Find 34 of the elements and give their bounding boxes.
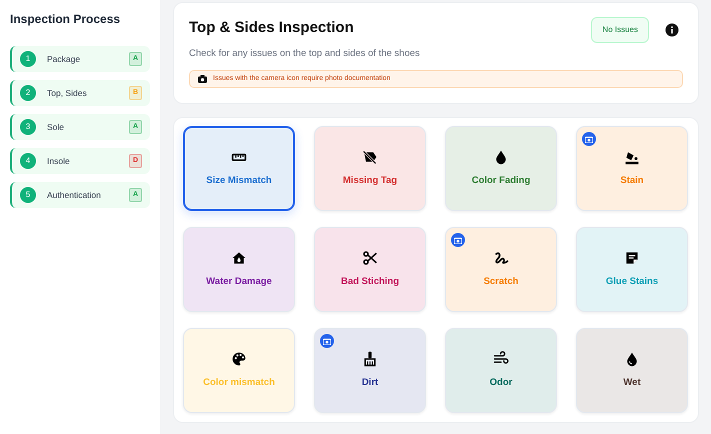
step-label: Package	[47, 52, 82, 66]
step-label: Sole	[47, 120, 66, 134]
drop-icon	[493, 149, 509, 166]
house-icon	[231, 250, 247, 266]
step-number: 3	[20, 119, 36, 135]
section-title: Top & Sides Inspection	[189, 18, 355, 38]
tag-off-icon	[362, 149, 378, 166]
section-subtitle: Check for any issues on the top and sides of the shoes	[189, 46, 420, 60]
issue-tile[interactable]: Water Damage	[183, 227, 295, 312]
issue-tile[interactable]: Glue Stains	[576, 227, 688, 312]
step-label: Top, Sides	[47, 86, 88, 100]
step-number: 5	[20, 187, 36, 203]
step-number: 4	[20, 153, 36, 169]
scissors-icon	[362, 250, 378, 266]
step-number: 1	[20, 51, 36, 67]
squiggle-icon	[493, 250, 509, 266]
drop-icon	[624, 351, 640, 368]
issue-tile[interactable]: Odor	[445, 328, 557, 414]
step-number: 2	[20, 85, 36, 101]
info-icon[interactable]	[665, 23, 679, 37]
step-label: Insole	[47, 154, 71, 168]
step-label: Authentication	[47, 188, 102, 202]
palette-icon	[231, 351, 247, 368]
issue-tile[interactable]: Missing Tag	[314, 126, 426, 212]
note-icon	[624, 250, 640, 266]
issue-tile[interactable]: Bad Stiching	[314, 227, 426, 312]
issue-tile[interactable]: Wet	[576, 328, 688, 414]
camera-icon	[198, 75, 207, 83]
brush-icon	[362, 351, 378, 368]
issue-tile[interactable]: Dirt	[314, 328, 426, 414]
sidebar-title: Inspection Process	[10, 11, 122, 28]
issue-tile[interactable]: Color Fading	[445, 126, 557, 212]
issue-tile[interactable]: Size Mismatch	[183, 126, 295, 212]
status-badge: No Issues	[591, 17, 649, 43]
